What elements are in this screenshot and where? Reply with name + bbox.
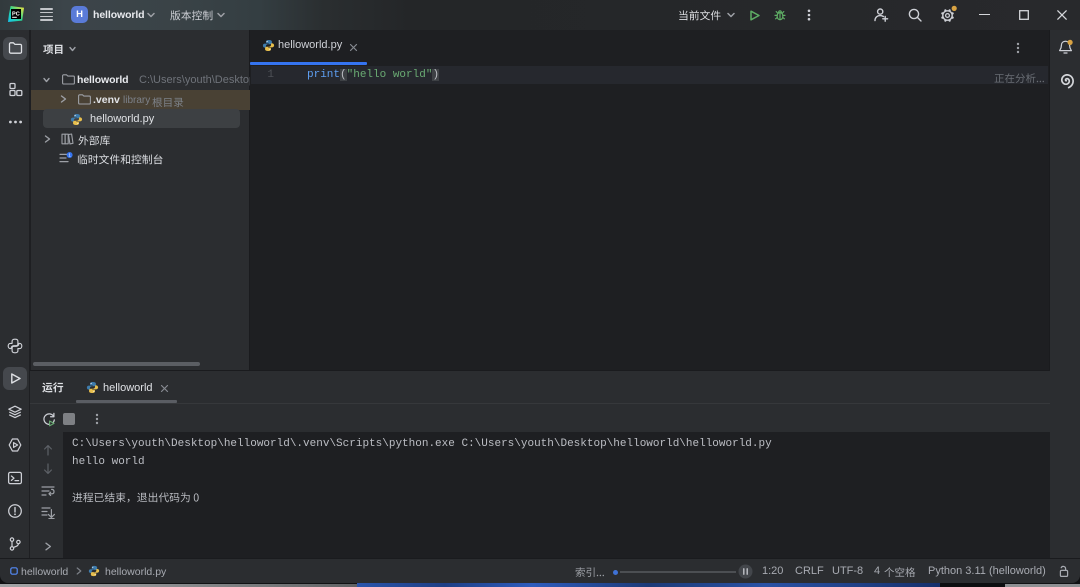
svg-text:PC: PC [12,12,20,18]
